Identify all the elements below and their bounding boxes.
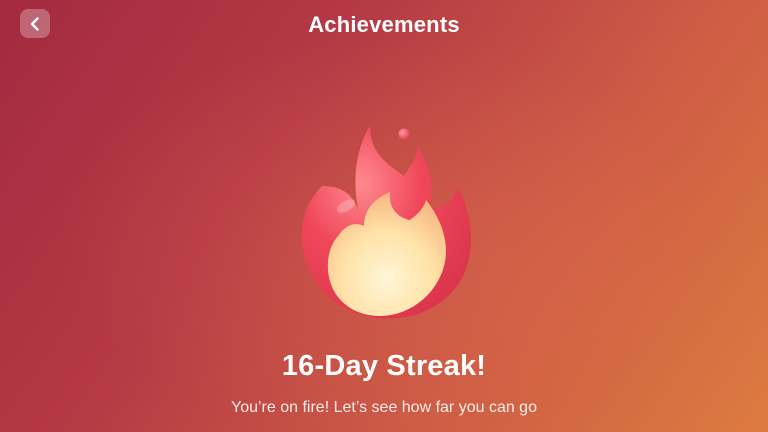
streak-message: You’re on fire! Let’s see how far you ca… — [231, 399, 537, 416]
page-title: Achievements — [308, 12, 460, 37]
flame-badge — [294, 116, 474, 326]
flame-icon — [301, 126, 472, 319]
streak-title: 16-Day Streak! — [281, 350, 487, 382]
